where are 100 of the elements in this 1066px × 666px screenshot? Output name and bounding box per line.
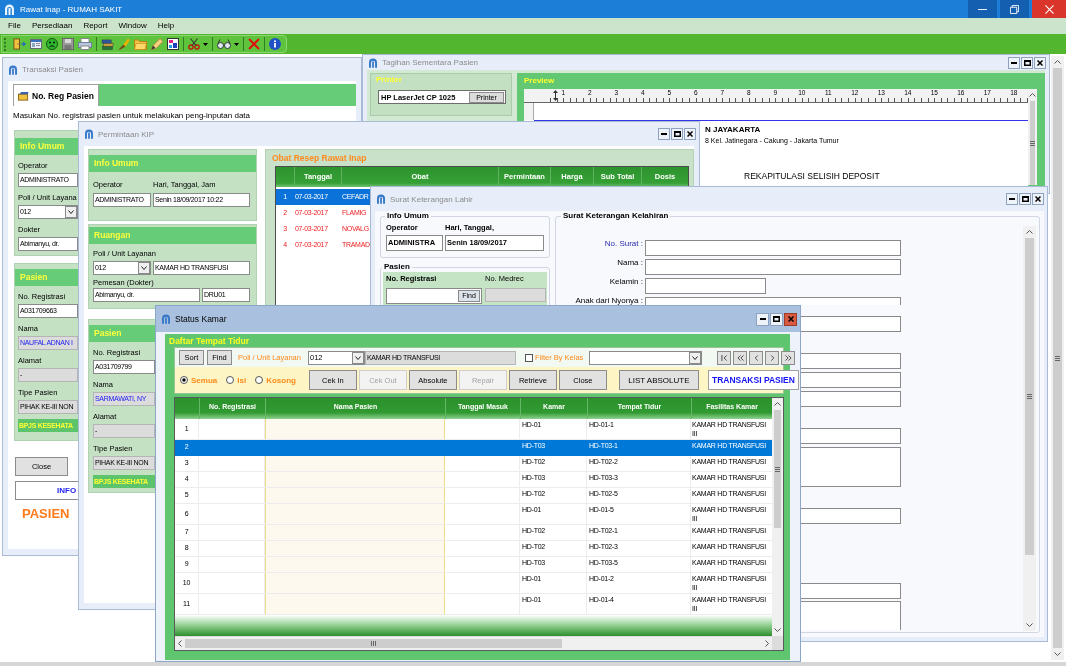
caret-icon[interactable]	[138, 262, 150, 274]
scrollbar-thumb[interactable]	[774, 410, 781, 528]
window-icon[interactable]	[30, 38, 42, 50]
door-icon[interactable]	[12, 38, 26, 50]
readonly-field	[485, 288, 546, 302]
input-field[interactable]	[645, 297, 901, 305]
minimize-button[interactable]	[1008, 56, 1020, 69]
close-button[interactable]	[784, 312, 797, 326]
input-field[interactable]	[801, 353, 901, 369]
scrollbar-thumb[interactable]	[185, 639, 562, 648]
sad-face-icon[interactable]	[46, 38, 58, 50]
input-field[interactable]	[645, 278, 766, 294]
pencil-icon[interactable]	[151, 38, 163, 50]
input-field[interactable]	[801, 601, 901, 630]
group-title: Info Umum	[386, 211, 430, 221]
minimize-icon	[978, 8, 987, 10]
caret-icon[interactable]	[65, 206, 77, 218]
info-icon[interactable]	[269, 38, 281, 50]
scissors-icon[interactable]	[188, 38, 200, 50]
transaksi-pasien-button[interactable]: TRANSAKSI PASIEN	[707, 370, 799, 390]
input-field[interactable]	[801, 583, 901, 599]
window-title: Tagihan Sementara Pasien	[382, 58, 479, 67]
maximize-button[interactable]	[770, 312, 783, 326]
maximize-icon	[1023, 59, 1031, 66]
scrollbar-thumb[interactable]	[1053, 68, 1062, 648]
input-field[interactable]	[801, 391, 901, 407]
previous-button[interactable]	[749, 350, 764, 365]
next-button[interactable]	[765, 350, 780, 365]
radio-button[interactable]	[180, 376, 188, 384]
maximize-button[interactable]	[1019, 193, 1031, 205]
scrollbar-thumb[interactable]	[1030, 101, 1035, 185]
scrollbar-thumb[interactable]	[1025, 238, 1034, 555]
scroll-up-icon[interactable]	[1054, 60, 1061, 64]
caret-icon[interactable]	[234, 42, 239, 46]
printer-icon[interactable]	[78, 38, 92, 50]
menu-item[interactable]: Help	[152, 20, 180, 32]
minimize-button[interactable]	[1006, 193, 1018, 205]
scroll-up-icon[interactable]	[1029, 93, 1036, 97]
tab[interactable]: No. Reg Pasien	[13, 84, 99, 106]
double-chevron-left-icon	[736, 354, 744, 361]
previous-page-button[interactable]	[733, 350, 748, 365]
scroll-down-icon[interactable]	[774, 628, 781, 632]
next-page-button[interactable]	[781, 350, 796, 365]
restore-button[interactable]	[1000, 0, 1029, 18]
document-title: REKAPITULASI SELISIH DEPOSIT	[744, 172, 880, 181]
scroll-down-icon[interactable]	[1026, 623, 1033, 627]
double-arrow-icon[interactable]	[553, 90, 558, 101]
instruction-text: Masukan No. registrasi pasien untuk melakukan peng-inputan data	[13, 111, 251, 121]
input-field[interactable]	[801, 372, 901, 388]
input-field[interactable]	[645, 240, 901, 256]
list-absolute-button[interactable]: LIST ABSOLUTE	[618, 370, 699, 390]
input-field[interactable]	[801, 447, 901, 487]
input-field[interactable]	[801, 428, 901, 444]
maximize-button[interactable]	[1021, 56, 1033, 69]
input-field[interactable]	[801, 508, 901, 524]
dropdown[interactable]	[589, 350, 703, 365]
minimize-icon	[1009, 198, 1015, 200]
panel-header: Ruangan	[89, 227, 256, 244]
caret-icon[interactable]	[689, 351, 702, 364]
caret-icon[interactable]	[203, 42, 208, 46]
menu-item[interactable]: Window	[113, 20, 152, 32]
field-label: Kelamin :	[609, 277, 643, 286]
minimize-button[interactable]	[658, 128, 670, 140]
radio-button[interactable]	[226, 376, 235, 384]
close-icon	[1037, 59, 1043, 66]
minimize-icon	[1011, 61, 1017, 64]
books-icon[interactable]	[101, 38, 114, 50]
close-button[interactable]	[1032, 193, 1044, 205]
brush-icon[interactable]	[118, 38, 130, 50]
close-icon	[687, 131, 693, 137]
group-title: Preview	[524, 75, 555, 87]
close-button[interactable]	[684, 128, 696, 140]
input-field[interactable]	[645, 259, 901, 275]
maximize-icon	[1021, 196, 1029, 202]
input-field[interactable]	[801, 316, 901, 332]
scroll-up-icon[interactable]	[774, 402, 781, 406]
menu-item[interactable]: Report	[78, 20, 113, 32]
window-title: Rawat Inap - RUMAH SAKIT	[20, 4, 123, 14]
menu-item[interactable]: Persediaan	[26, 20, 78, 32]
app-icon	[85, 129, 93, 139]
close-button[interactable]	[1034, 56, 1046, 69]
caret-icon[interactable]	[351, 351, 364, 364]
image-icon[interactable]	[167, 38, 179, 50]
close-icon	[1035, 196, 1041, 202]
info-banner: INFO	[15, 481, 78, 500]
minimize-button[interactable]	[756, 312, 769, 326]
window-title: Surat Keterangan Lahir	[390, 194, 473, 204]
menu-item[interactable]: File	[3, 20, 26, 32]
scroll-up-icon[interactable]	[1026, 230, 1033, 234]
maximize-button[interactable]	[671, 128, 683, 140]
group-title: Printer	[376, 74, 403, 86]
first-button[interactable]	[717, 350, 732, 365]
radio-button[interactable]	[255, 376, 264, 384]
scroll-right-icon[interactable]	[765, 640, 769, 647]
scroll-left-icon[interactable]	[178, 640, 182, 647]
scroll-down-icon[interactable]	[1054, 652, 1061, 656]
skip-back-icon	[720, 354, 728, 361]
glasses-icon[interactable]	[217, 38, 231, 50]
close-icon	[787, 316, 794, 322]
checkbox[interactable]	[524, 353, 533, 362]
